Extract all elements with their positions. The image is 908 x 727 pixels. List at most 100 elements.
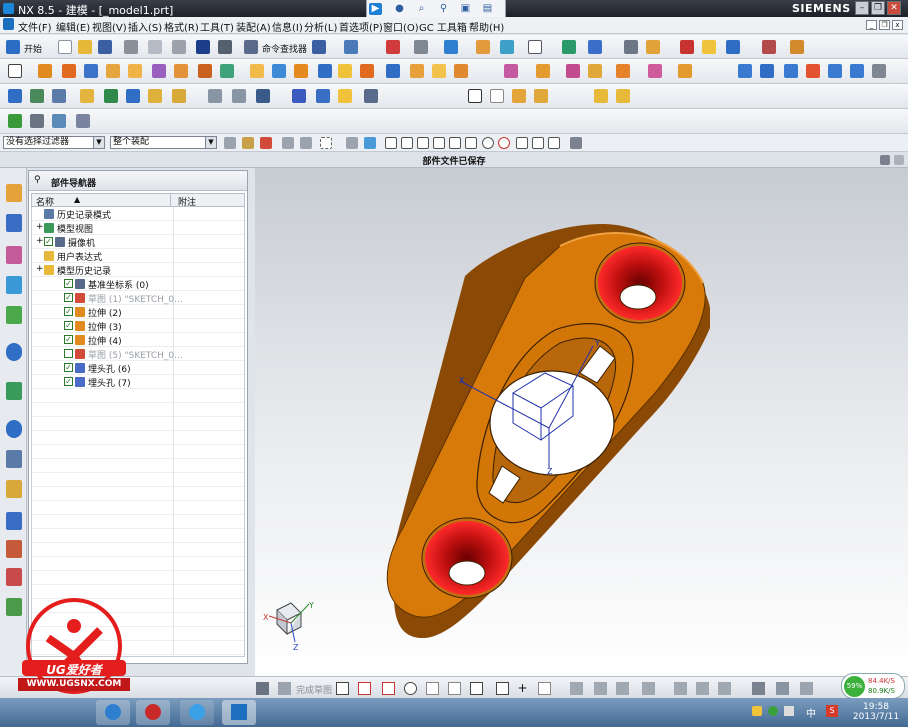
sketch-task-icon[interactable] (256, 682, 269, 695)
menu-help[interactable]: 帮助(H) (469, 19, 504, 34)
make-corner-icon[interactable] (616, 682, 629, 695)
finish-sketch-button[interactable]: 完成草图 (296, 683, 332, 696)
reattach-icon[interactable] (776, 682, 789, 695)
taskbar-browser-button[interactable] (180, 700, 214, 725)
quick-extend-icon[interactable] (594, 682, 607, 695)
pin-icon[interactable]: ⚲ (34, 175, 44, 185)
nx-menu-icon[interactable] (3, 18, 14, 30)
n-sided-icon[interactable] (828, 64, 842, 78)
groove-tool-icon[interactable] (272, 64, 286, 78)
hd3d-tab-icon[interactable] (6, 306, 22, 324)
restore-button[interactable]: ❐ (871, 1, 885, 15)
menu-window[interactable]: 窗口(O) (383, 19, 419, 34)
graphics-window[interactable]: X Y Z Y X Z (255, 168, 908, 676)
select-icon[interactable] (344, 40, 358, 54)
navigator-row[interactable]: ✓ 拉伸 (3) (32, 319, 244, 333)
nx-app-icon[interactable] (3, 3, 14, 14)
menu-assembly[interactable]: 装配(A) (236, 19, 271, 34)
snap-intersection-icon[interactable] (433, 137, 445, 149)
undo-icon[interactable] (196, 40, 210, 54)
swept-icon[interactable] (784, 64, 798, 78)
assembly-icon[interactable] (594, 89, 608, 103)
taskbar-ie-button[interactable] (96, 700, 130, 725)
paste-icon[interactable] (172, 40, 186, 54)
surface-icon[interactable] (738, 64, 752, 78)
status-window-icon[interactable] (880, 155, 890, 165)
mirror-icon[interactable] (536, 64, 550, 78)
view-orient-icon[interactable] (500, 40, 514, 54)
chamfer-icon[interactable] (410, 64, 424, 78)
visibility-checkbox[interactable]: ✓ (64, 279, 73, 288)
menu-information[interactable]: 信息(I) (272, 19, 303, 34)
offset-face-icon[interactable] (566, 64, 580, 78)
sketch-line-icon[interactable] (358, 682, 371, 695)
tray-ime-indicator[interactable]: 中 (806, 705, 816, 720)
visibility-checkbox[interactable] (64, 349, 73, 358)
history-tab-icon[interactable] (6, 382, 22, 400)
selection-scope-dropdown[interactable]: 整个装配 ▼ (110, 136, 217, 149)
start-button[interactable]: 开始 (24, 42, 42, 55)
arc-tool-icon[interactable] (126, 89, 140, 103)
symbol-icon[interactable] (534, 89, 548, 103)
helix-tool-icon[interactable] (172, 89, 186, 103)
offset-curve-icon[interactable] (208, 89, 222, 103)
cut-icon[interactable] (124, 40, 138, 54)
visibility-checkbox[interactable]: ✓ (64, 307, 73, 316)
scale-body-icon[interactable] (588, 64, 602, 78)
slot-tool-icon[interactable] (250, 64, 264, 78)
project-curve-icon[interactable] (232, 89, 246, 103)
close-button[interactable]: ✕ (887, 1, 901, 15)
taskbar-nx-button[interactable] (222, 700, 256, 725)
intersect-tool-icon[interactable] (338, 64, 352, 78)
replace-face-icon[interactable] (678, 64, 692, 78)
dimension-constraint-icon[interactable] (674, 682, 687, 695)
sketch-point-icon[interactable]: + (516, 682, 529, 695)
sketch-rectangle-icon[interactable] (470, 682, 483, 695)
snap-point-icon[interactable] (516, 137, 528, 149)
auto-dimension-icon[interactable] (696, 682, 709, 695)
snap-perpendicular-icon[interactable] (465, 137, 477, 149)
new-file-icon[interactable] (58, 40, 72, 54)
tray-input-method-icon[interactable]: S (826, 705, 838, 717)
navigator-row[interactable]: 草图 (5) "SKETCH_0... (32, 347, 244, 361)
assembly-navigator-tab-icon[interactable] (6, 184, 22, 202)
taskbar-clock[interactable]: 19:58 2013/7/11 (849, 702, 903, 722)
navigator-row[interactable]: ✓ 拉伸 (2) (32, 305, 244, 319)
body-select-icon[interactable] (364, 137, 376, 149)
window-switch-icon[interactable]: ▤ (481, 3, 494, 15)
tray-security-icon[interactable] (768, 706, 778, 716)
draft-icon[interactable] (454, 64, 468, 78)
cone-tool-icon[interactable] (128, 64, 142, 78)
reuse-library-tab-icon[interactable] (6, 276, 22, 294)
spline-tool-icon[interactable] (148, 89, 162, 103)
redo-icon[interactable] (218, 40, 232, 54)
minimize-button[interactable]: – (855, 1, 869, 15)
snap-control-icon[interactable] (417, 137, 429, 149)
play-icon[interactable]: ▶ (369, 3, 382, 15)
snap-on-curve-icon[interactable] (532, 137, 544, 149)
styled-surface-icon[interactable] (850, 64, 864, 78)
menu-file[interactable]: 文件(F) (18, 19, 52, 34)
feature-select-icon[interactable] (260, 137, 272, 149)
bridge-surface-icon[interactable] (806, 64, 820, 78)
ruler-icon[interactable] (790, 40, 804, 54)
status-collapse-icon[interactable] (894, 155, 904, 165)
select-all-icon[interactable] (242, 137, 254, 149)
navigator-row[interactable]: ✓ 草图 (1) "SKETCH_0... (32, 291, 244, 305)
menu-analysis[interactable]: 分析(L) (304, 19, 337, 34)
bridge-curve-icon[interactable] (256, 89, 270, 103)
sketch-settings-icon[interactable] (752, 682, 765, 695)
navigator-row[interactable]: 用户表达式 (32, 249, 244, 263)
model-canvas[interactable]: X Y Z Y X Z (255, 168, 908, 676)
navigator-row[interactable]: + 模型历史记录 (32, 263, 244, 277)
triangle-icon[interactable] (468, 89, 482, 103)
pattern-icon[interactable] (504, 64, 518, 78)
shaded-icon[interactable] (414, 40, 428, 54)
snap-end-icon[interactable] (385, 137, 397, 149)
layer-settings-icon[interactable] (76, 114, 90, 128)
taskbar-player-button[interactable] (136, 700, 170, 725)
navigator-row[interactable]: 历史记录模式 (32, 207, 244, 221)
grid-icon[interactable] (762, 40, 776, 54)
filter-settings-icon[interactable] (224, 137, 236, 149)
roles-tab-icon[interactable] (6, 512, 22, 530)
